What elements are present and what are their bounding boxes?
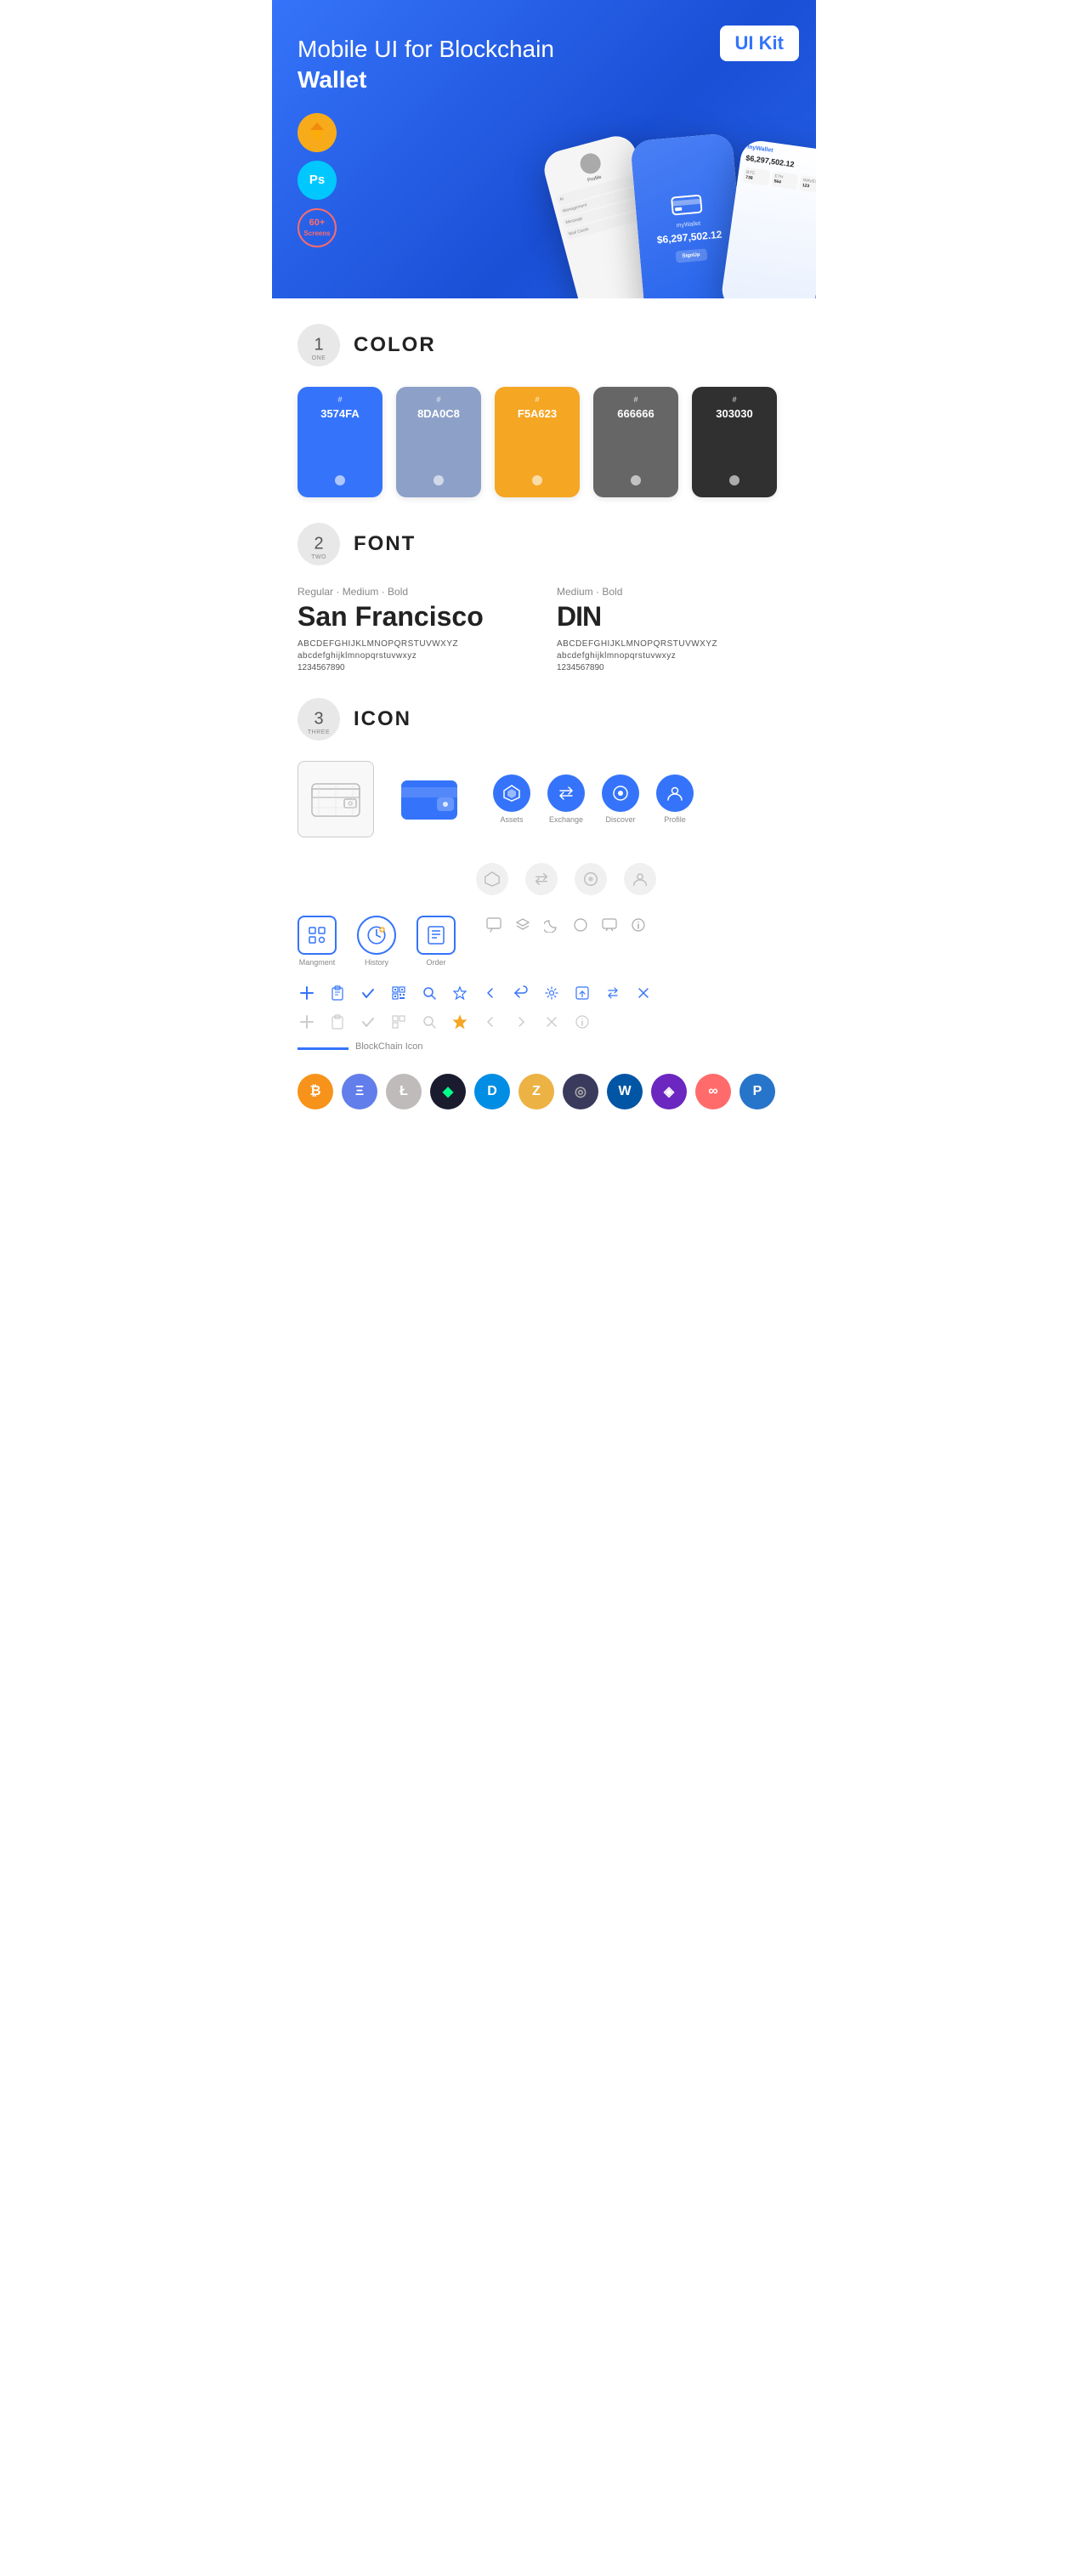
settings-icon	[542, 984, 561, 1002]
star-icon	[450, 984, 469, 1002]
icon-title: ICON	[354, 707, 411, 731]
section-number-3: 3 THREE	[298, 698, 340, 740]
add-icon-gray	[298, 1013, 316, 1031]
crypto-icons: ₿ ΞŁ◆DZ ◎ W◈∞ P	[298, 1074, 790, 1109]
back-icon-gray	[481, 1013, 500, 1031]
upload-icon	[573, 984, 592, 1002]
info-icon-gray	[573, 1013, 592, 1031]
section-number-2: 2 TWO	[298, 523, 340, 565]
hero-section: Mobile UI for Blockchain Wallet UI Kit P…	[272, 0, 816, 298]
share-icon	[512, 984, 530, 1002]
nav-icons-outlined	[476, 863, 790, 895]
blockchain-label: BlockChain Icon	[355, 1041, 423, 1052]
wallet-icons	[298, 761, 468, 837]
icon-main-row: Assets Exchange Discover	[298, 761, 790, 837]
hero-title: Mobile UI for Blockchain Wallet	[298, 34, 570, 96]
management-icon-item: Mangment	[298, 916, 337, 967]
layers-icon	[513, 916, 532, 934]
forward-icon-gray	[512, 1013, 530, 1031]
crypto-icon-ethereum: Ξ	[342, 1074, 377, 1109]
crypto-icon-litecoin: Ł	[386, 1074, 422, 1109]
chat-icon	[484, 916, 503, 934]
util-icons-row-1	[298, 984, 790, 1002]
clipboard-icon	[328, 984, 347, 1002]
font-title: FONT	[354, 532, 416, 556]
color-swatches: # 3574FA # 8DA0C8 # F5A623 # 666666 # 30…	[298, 387, 790, 497]
color-swatch-8da0c8: # 8DA0C8	[396, 387, 481, 497]
close-icon	[634, 984, 653, 1002]
crypto-icon-generic: ◎	[563, 1074, 598, 1109]
color-swatch-f5a623: # F5A623	[495, 387, 580, 497]
crypto-icon-dash: D	[474, 1074, 510, 1109]
phone-mockups: Profile AI Management Message Mail Cards…	[544, 137, 816, 298]
crypto-icon-verge: ◈	[651, 1074, 687, 1109]
ps-badge: Ps	[298, 161, 337, 200]
crypto-icon-polygon: P	[740, 1074, 775, 1109]
qr-icon	[389, 984, 408, 1002]
info-icon	[629, 916, 648, 934]
font-section: 2 TWO FONT Regular · Medium · Bold San F…	[298, 523, 790, 672]
screens-badge: 60+Screens	[298, 208, 337, 247]
check-icon	[359, 984, 377, 1002]
search-icon	[420, 984, 439, 1002]
crypto-icon-waves: W	[607, 1074, 643, 1109]
font-block-0: Regular · Medium · Bold San Francisco AB…	[298, 586, 531, 672]
wallet-wireframe-icon	[298, 761, 374, 837]
color-title: COLOR	[354, 333, 436, 357]
section-number-1: 1 ONE	[298, 324, 340, 366]
assets-outline-icon	[476, 863, 508, 895]
check-icon-gray	[359, 1013, 377, 1031]
util-icons-row-gray	[298, 1013, 790, 1031]
discover-outline-icon	[575, 863, 607, 895]
hero-title-bold: Wallet	[298, 66, 366, 93]
qr-icon-gray	[389, 1013, 408, 1031]
font-section-header: 2 TWO FONT	[298, 523, 790, 565]
profile-outline-icon	[624, 863, 656, 895]
hero-title-text: Mobile UI for Blockchain	[298, 36, 554, 62]
message-icon	[600, 916, 619, 934]
color-section: 1 ONE COLOR # 3574FA # 8DA0C8 # F5A623 #…	[298, 324, 790, 497]
assets-icon-item: Assets	[493, 775, 530, 824]
search-icon-gray	[420, 1013, 439, 1031]
add-icon	[298, 984, 316, 1002]
main-content: 1 ONE COLOR # 3574FA # 8DA0C8 # F5A623 #…	[272, 298, 816, 1169]
ui-kit-badge: UI Kit	[720, 26, 799, 61]
color-swatch-303030: # 303030	[692, 387, 777, 497]
history-icon-item: History	[357, 916, 396, 967]
back-icon	[481, 984, 500, 1002]
blockchain-divider	[298, 1047, 348, 1050]
misc-icons-row	[484, 916, 648, 934]
close-x-gray	[542, 1013, 561, 1031]
color-swatch-3574fa: # 3574FA	[298, 387, 382, 497]
crypto-icon-neo: ◆	[430, 1074, 466, 1109]
wallet-colored-icon	[391, 761, 468, 837]
color-section-header: 1 ONE COLOR	[298, 324, 790, 366]
color-swatch-666666: # 666666	[593, 387, 678, 497]
exchange-outline-icon	[525, 863, 558, 895]
font-block-1: Medium · Bold DIN ABCDEFGHIJKLMNOPQRSTUV…	[557, 586, 790, 672]
star-icon-yellow	[450, 1013, 469, 1031]
sketch-badge	[298, 113, 337, 152]
circle-icon	[571, 916, 590, 934]
profile-icon-item: Profile	[656, 775, 694, 824]
nav-labeled-icons: Assets Exchange Discover	[493, 775, 694, 824]
discover-icon-item: Discover	[602, 775, 639, 824]
moon-icon	[542, 916, 561, 934]
clipboard-icon-gray	[328, 1013, 347, 1031]
crypto-icon-bitcoin: ₿	[298, 1074, 333, 1109]
font-grid: Regular · Medium · Bold San Francisco AB…	[298, 586, 790, 672]
transfer-icon	[604, 984, 622, 1002]
bottom-nav-icons: Mangment History Order	[298, 916, 790, 967]
crypto-icon-band: ∞	[695, 1074, 731, 1109]
exchange-icon-item: Exchange	[547, 775, 585, 824]
icon-section: 3 THREE ICON	[298, 698, 790, 1109]
crypto-icon-zcash: Z	[518, 1074, 554, 1109]
blockchain-label-row: BlockChain Icon	[298, 1041, 790, 1062]
order-icon-item: Order	[416, 916, 456, 967]
icon-section-header: 3 THREE ICON	[298, 698, 790, 740]
